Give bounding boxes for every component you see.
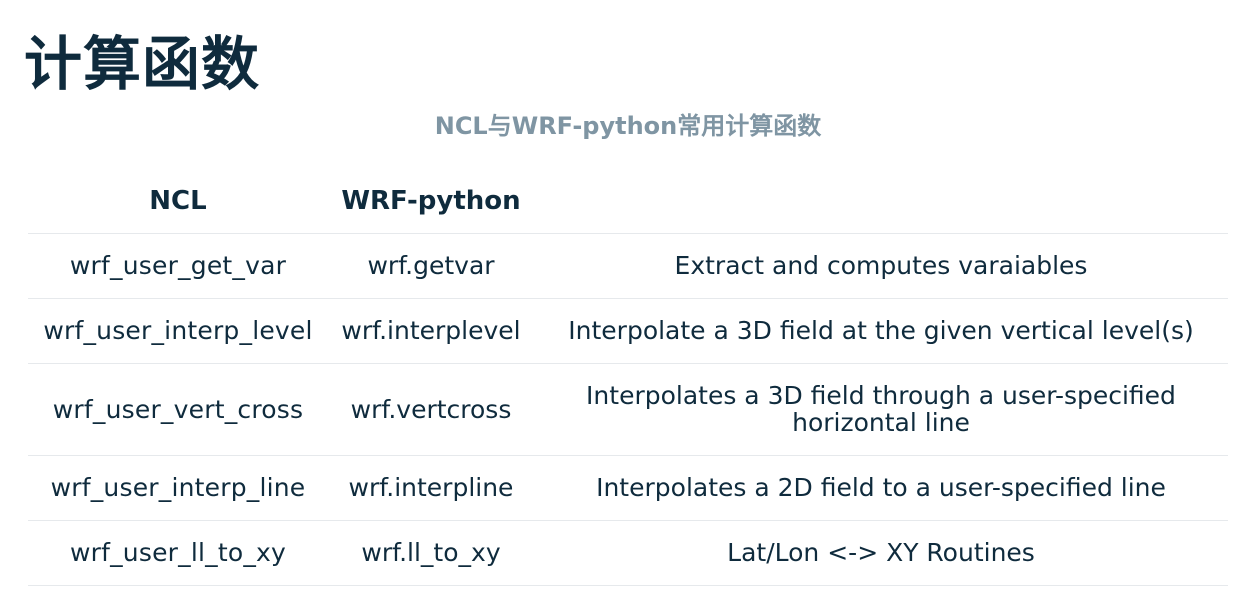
table-row: wrf_user_interp_level wrf.interplevel In… <box>28 298 1228 364</box>
description-text: Interpolates a 2D field to a user-specif… <box>596 473 1166 502</box>
ncl-function-cell: wrf_user_ll_to_xy <box>28 520 328 586</box>
table-row: wrf_user_get_var wrf.getvar Extract and … <box>28 233 1228 299</box>
wrf-python-function-cell: wrf.getvar <box>328 233 534 299</box>
description-cell: Interpolate a 3D field at the given vert… <box>534 298 1228 364</box>
description-text: Interpolate a 3D field at the given vert… <box>568 316 1194 345</box>
table-row: wrf_user_ll_to_xy wrf.ll_to_xy Lat/Lon <… <box>28 520 1228 586</box>
description-text: Extract and computes varaiables <box>674 251 1088 280</box>
header-wrf-python: WRF-python <box>328 169 534 234</box>
ncl-function-cell: wrf_user_interp_level <box>28 298 328 364</box>
table-row: wrf_user_interp_line wrf.interpline Inte… <box>28 455 1228 521</box>
function-comparison-table: NCL WRF-python wrf_user_get_var wrf.getv… <box>28 169 1228 586</box>
description-cell: Interpolates a 2D field to a user-specif… <box>534 455 1228 521</box>
description-cell: Lat/Lon <-> XY Routines <box>534 520 1228 586</box>
table-header-row: NCL WRF-python <box>28 169 1228 234</box>
header-description <box>534 169 1228 234</box>
header-ncl: NCL <box>28 169 328 234</box>
description-cell: Interpolates a 3D field through a user-s… <box>534 363 1228 456</box>
description-text: Interpolates a 3D field through a user-s… <box>586 381 1176 437</box>
description-text: Lat/Lon <-> XY Routines <box>727 538 1035 567</box>
ncl-function-cell: wrf_user_interp_line <box>28 455 328 521</box>
page-title: 计算函数 <box>24 30 261 98</box>
wrf-python-function-cell: wrf.ll_to_xy <box>328 520 534 586</box>
table-row: wrf_user_vert_cross wrf.vertcross Interp… <box>28 363 1228 456</box>
wrf-python-function-cell: wrf.interplevel <box>328 298 534 364</box>
description-cell: Extract and computes varaiables <box>534 233 1228 299</box>
ncl-function-cell: wrf_user_vert_cross <box>28 363 328 456</box>
wrf-python-function-cell: wrf.vertcross <box>328 363 534 456</box>
ncl-function-cell: wrf_user_get_var <box>28 233 328 299</box>
wrf-python-function-cell: wrf.interpline <box>328 455 534 521</box>
table-caption: NCL与WRF-python常用计算函数 <box>434 112 822 140</box>
